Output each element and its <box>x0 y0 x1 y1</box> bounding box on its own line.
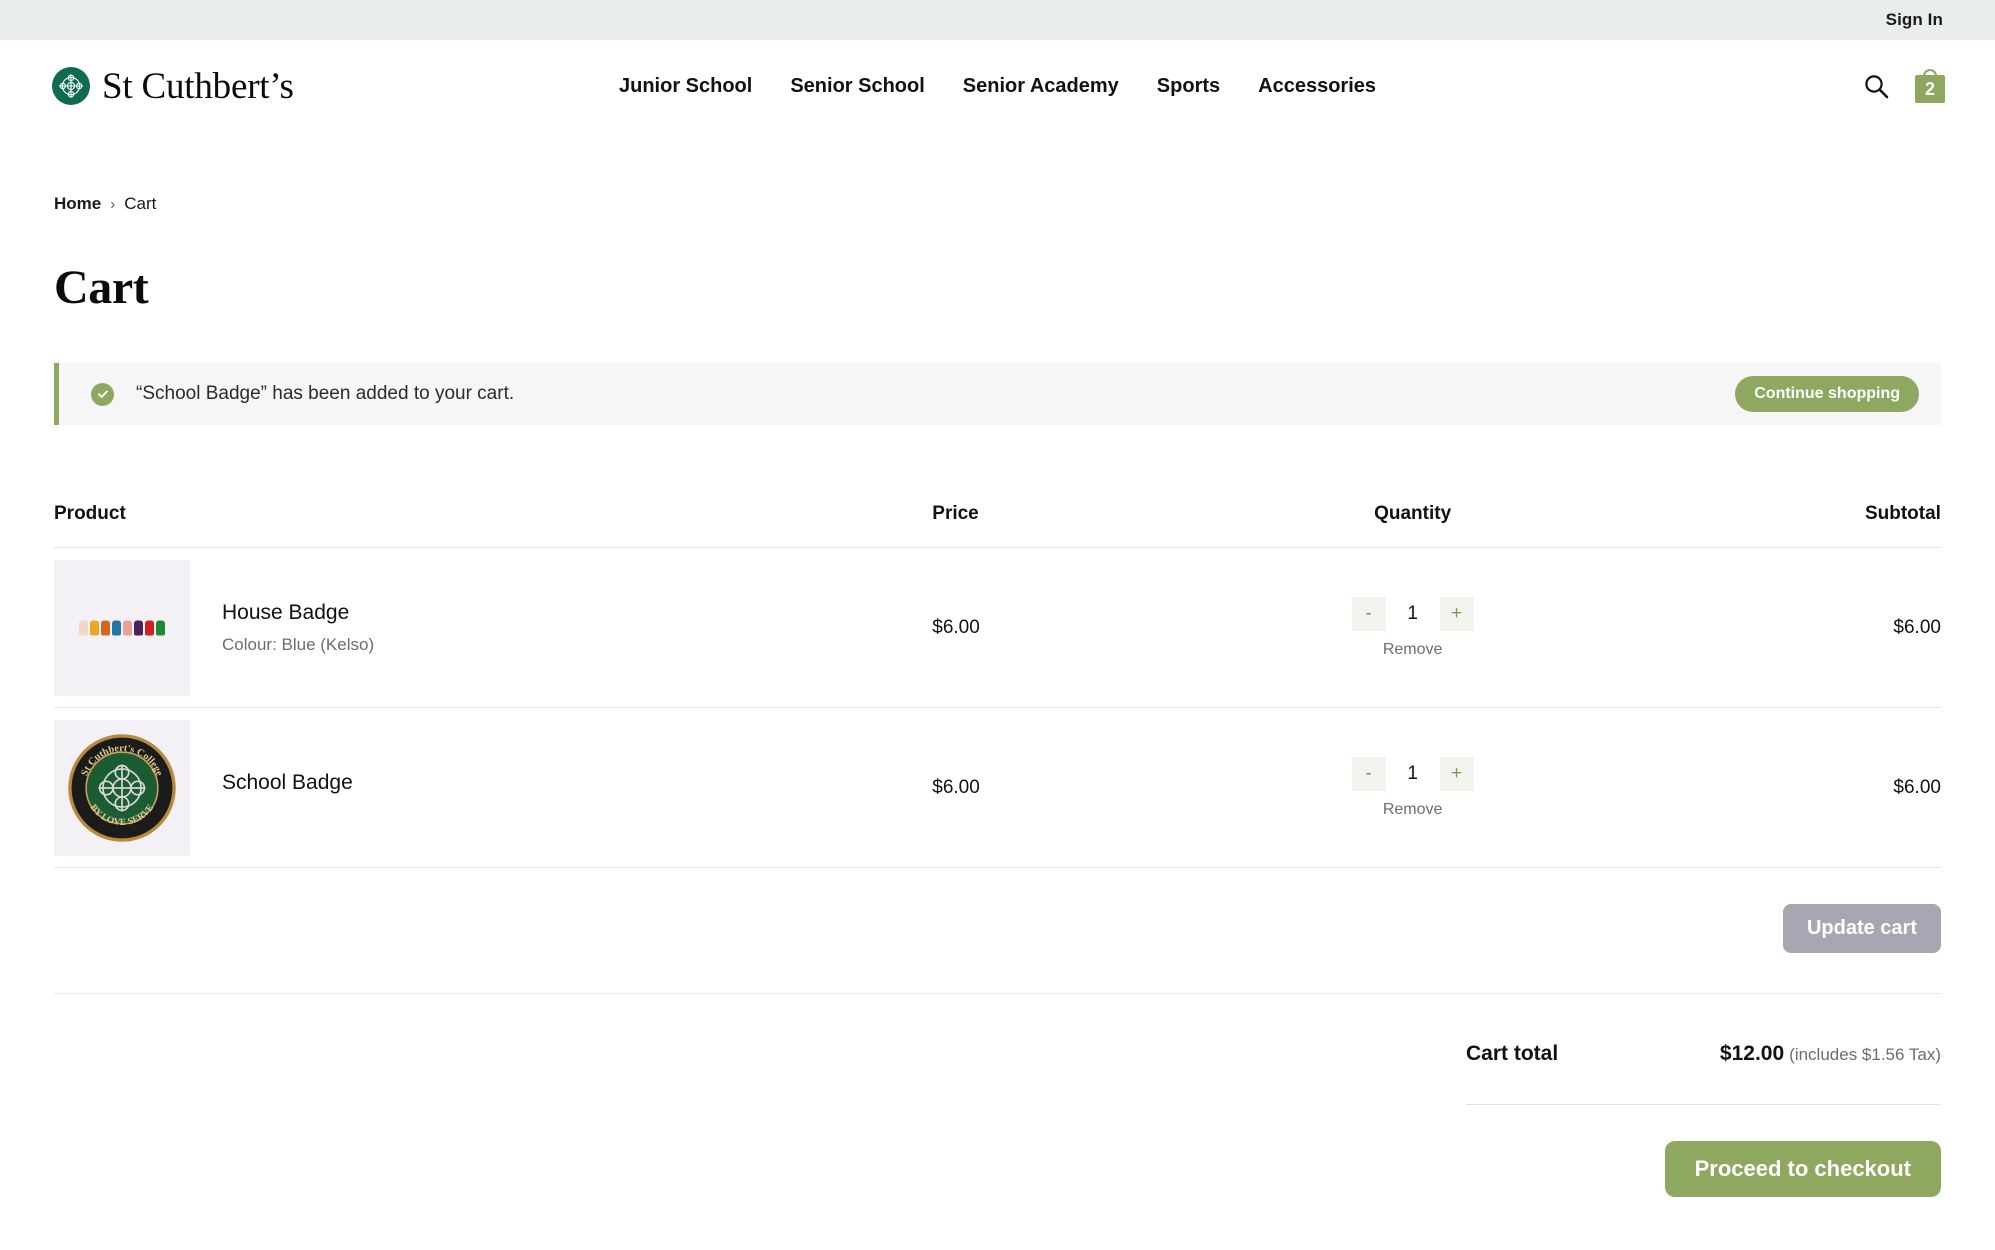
breadcrumb-home-link[interactable]: Home <box>54 194 101 214</box>
sign-in-link[interactable]: Sign In <box>1886 10 1943 30</box>
badge-chip <box>112 620 121 635</box>
column-header-price: Price <box>932 503 979 524</box>
cart-total-label: Cart total <box>1466 1042 1559 1065</box>
cart-table: Product Price Quantity Subtotal House Ba… <box>54 503 1941 994</box>
cart-item-info: School Badge <box>222 771 353 805</box>
search-icon[interactable] <box>1862 72 1890 100</box>
cart-item-info: House Badge Colour: Blue (Kelso) <box>222 601 374 655</box>
badge-chip <box>79 620 88 635</box>
check-circle-icon <box>91 382 114 406</box>
cart-item-subtotal: $6.00 <box>1893 616 1941 638</box>
school-crest-icon: St Cuthbert's College BY LOVE SERVE <box>68 733 176 842</box>
nav-item-senior-school[interactable]: Senior School <box>790 75 924 98</box>
cart-added-notice: “School Badge” has been added to your ca… <box>54 363 1941 425</box>
cart-item-subtotal-cell: $6.00 <box>1620 777 1941 799</box>
cart-item-count-badge: 2 <box>1924 78 1935 99</box>
quantity-decrement-button[interactable]: - <box>1351 756 1386 791</box>
school-badge-thumbnail[interactable]: St Cuthbert's College BY LOVE SERVE <box>54 719 190 856</box>
cart-table-header: Product Price Quantity Subtotal <box>54 503 1941 548</box>
badge-chip <box>101 620 110 635</box>
cart-total-amount: $12.00 <box>1719 1042 1785 1065</box>
cart-item-price-cell: $6.00 <box>884 617 1205 639</box>
cart-item-name[interactable]: School Badge <box>222 771 353 795</box>
badge-colour-strip <box>79 620 165 635</box>
badge-chip <box>145 620 154 635</box>
cart-item-row: St Cuthbert's College BY LOVE SERVE Scho… <box>54 708 1941 868</box>
cart-item-row: House Badge Colour: Blue (Kelso) $6.00 -… <box>54 548 1941 708</box>
page-content: Home › Cart Cart “School Badge” has been… <box>0 194 1995 1197</box>
badge-chip <box>134 620 143 635</box>
quantity-stepper: - 1 + <box>1351 596 1474 631</box>
utility-topbar: Sign In <box>0 0 1995 40</box>
cart-item-subtotal: $6.00 <box>1893 776 1941 798</box>
proceed-to-checkout-button[interactable]: Proceed to checkout <box>1664 1141 1941 1197</box>
cart-item-price-cell: $6.00 <box>884 777 1205 799</box>
remove-item-link[interactable]: Remove <box>1383 801 1443 819</box>
cart-item-product-cell: St Cuthbert's College BY LOVE SERVE Scho… <box>54 719 884 856</box>
cart-actions-row: Update cart <box>54 868 1941 994</box>
breadcrumb: Home › Cart <box>54 194 1941 214</box>
nav-item-junior-school[interactable]: Junior School <box>619 75 752 98</box>
breadcrumb-separator-icon: › <box>110 195 116 213</box>
main-navigation: Junior School Senior School Senior Acade… <box>619 75 1376 98</box>
site-header: St Cuthbert’s Junior School Senior Schoo… <box>0 40 1995 132</box>
header-actions: 2 <box>1862 69 1945 103</box>
badge-chip <box>123 620 132 635</box>
cart-item-quantity-cell: - 1 + Remove <box>1205 756 1620 819</box>
quantity-decrement-button[interactable]: - <box>1351 596 1386 631</box>
shopping-bag-icon[interactable]: 2 <box>1915 69 1945 103</box>
page-title: Cart <box>54 261 149 314</box>
quantity-stepper: - 1 + <box>1351 756 1474 791</box>
breadcrumb-current: Cart <box>124 194 157 213</box>
column-header-quantity: Quantity <box>1374 503 1452 524</box>
cart-total-row: Cart total $12.00 (includes $1.56 Tax) <box>1466 1042 1941 1105</box>
cart-item-name[interactable]: House Badge <box>222 601 374 625</box>
nav-item-senior-academy[interactable]: Senior Academy <box>963 75 1119 98</box>
quantity-increment-button[interactable]: + <box>1439 596 1474 631</box>
continue-shopping-button[interactable]: Continue shopping <box>1735 376 1919 412</box>
cart-item-quantity-cell: - 1 + Remove <box>1205 596 1620 659</box>
cart-item-product-cell: House Badge Colour: Blue (Kelso) <box>54 559 884 696</box>
remove-item-link[interactable]: Remove <box>1383 641 1443 659</box>
cart-totals: Cart total $12.00 (includes $1.56 Tax) Pr… <box>1466 1042 1941 1197</box>
quantity-increment-button[interactable]: + <box>1439 756 1474 791</box>
celtic-cross-logo-icon <box>52 67 90 105</box>
badge-chip <box>90 620 99 635</box>
nav-item-sports[interactable]: Sports <box>1157 75 1220 98</box>
cart-item-variant: Colour: Blue (Kelso) <box>222 634 375 654</box>
update-cart-button[interactable]: Update cart <box>1782 904 1941 953</box>
quantity-value[interactable]: 1 <box>1402 763 1424 785</box>
brand-logo[interactable]: St Cuthbert’s <box>52 65 294 108</box>
cart-item-subtotal-cell: $6.00 <box>1620 617 1941 639</box>
nav-item-accessories[interactable]: Accessories <box>1258 75 1376 98</box>
brand-name: St Cuthbert’s <box>102 65 294 107</box>
house-badge-thumbnail[interactable] <box>54 559 190 696</box>
notice-message: “School Badge” has been added to your ca… <box>136 383 515 404</box>
cart-total-tax-note: (includes $1.56 Tax) <box>1789 1045 1941 1064</box>
badge-chip <box>156 620 165 635</box>
quantity-value[interactable]: 1 <box>1402 603 1424 625</box>
column-header-subtotal: Subtotal <box>1864 503 1941 524</box>
cart-total-value-group: $12.00 (includes $1.56 Tax) <box>1720 1042 1941 1066</box>
column-header-product: Product <box>54 503 126 524</box>
cart-item-price: $6.00 <box>932 616 980 638</box>
checkout-button-wrap: Proceed to checkout <box>1466 1141 1941 1197</box>
cart-item-price: $6.00 <box>932 776 980 798</box>
